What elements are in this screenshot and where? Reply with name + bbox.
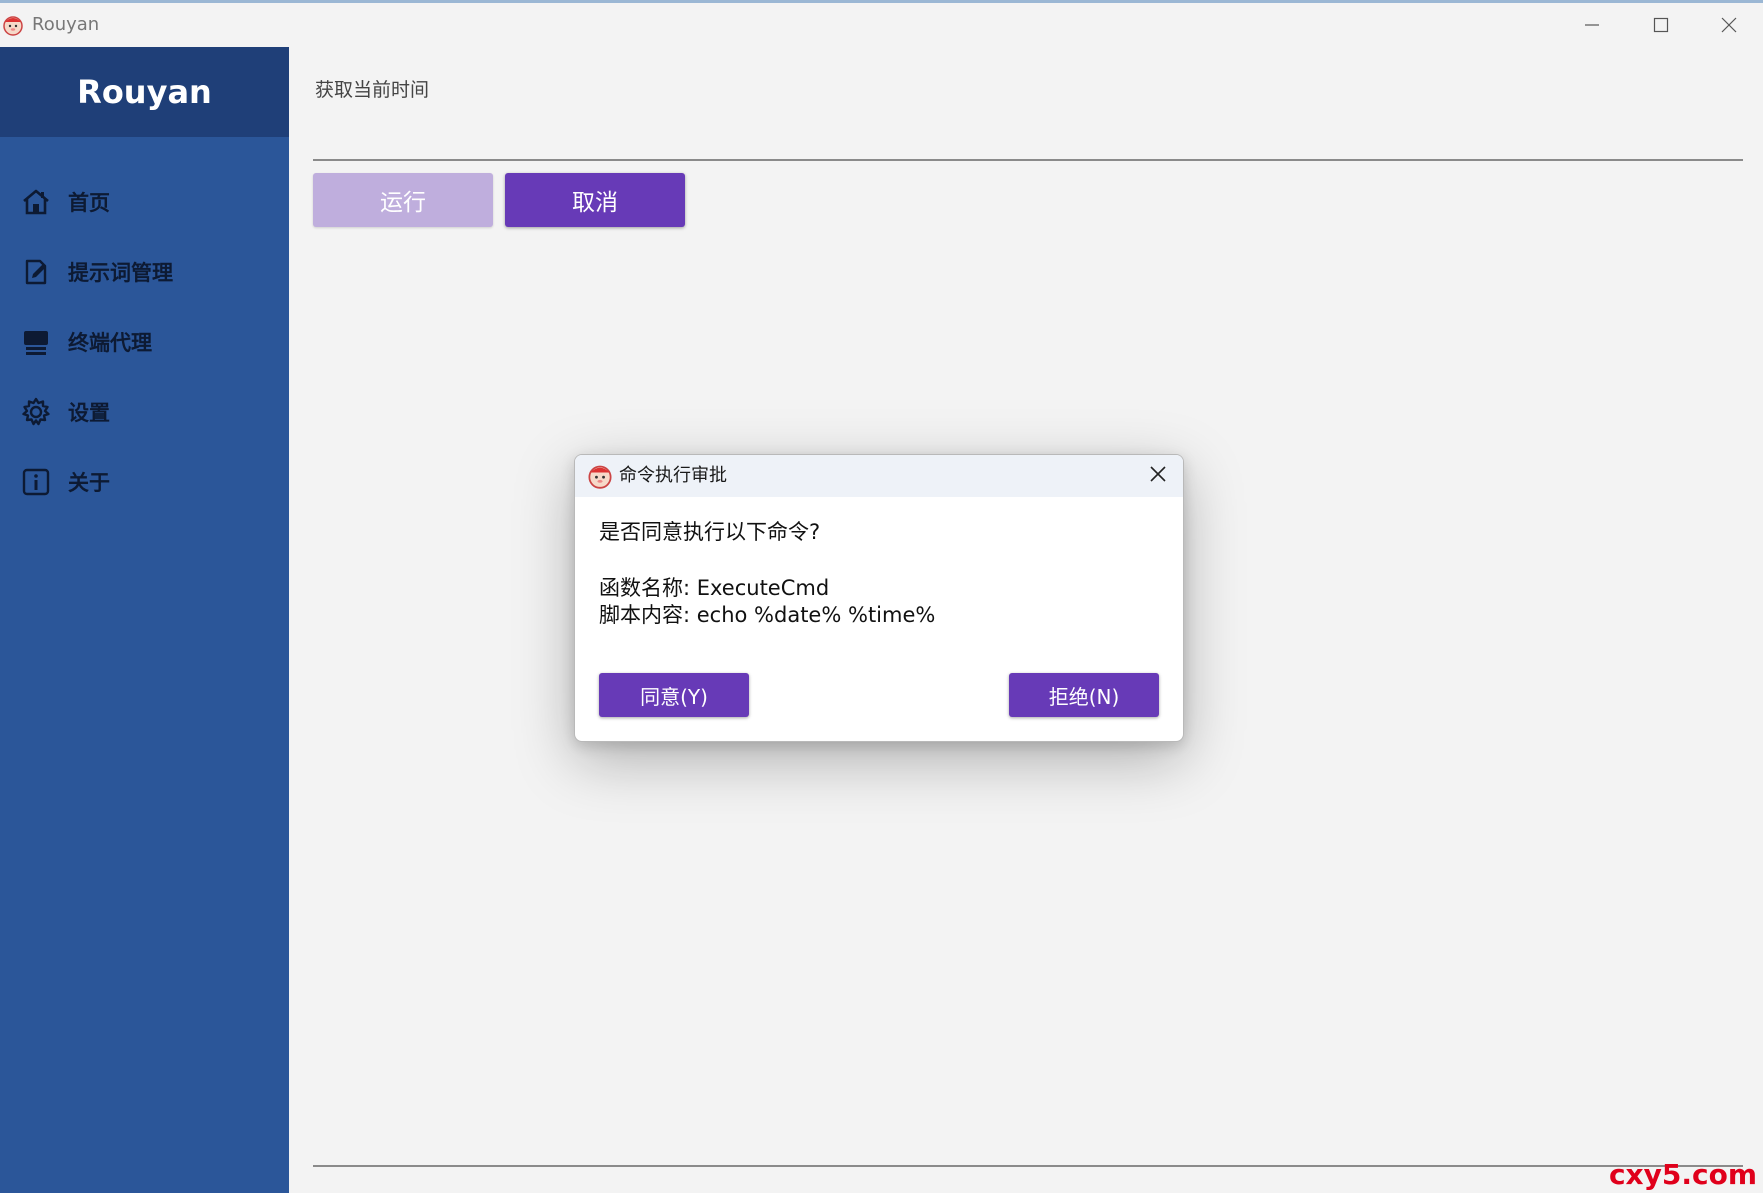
sidebar-item-label: 终端代理 bbox=[68, 331, 152, 355]
info-icon bbox=[20, 466, 52, 498]
agree-button[interactable]: 同意(Y) bbox=[599, 673, 749, 717]
run-button[interactable]: 运行 bbox=[313, 173, 493, 227]
agree-button-label: 同意(Y) bbox=[640, 684, 708, 709]
home-icon bbox=[20, 186, 52, 218]
sidebar-item-prompts[interactable]: 提示词管理 bbox=[0, 244, 289, 300]
command-input[interactable]: 获取当前时间 bbox=[315, 75, 429, 102]
cancel-button-label: 取消 bbox=[572, 190, 618, 216]
dialog-close-button[interactable] bbox=[1141, 459, 1175, 493]
dialog-title: 命令执行审批 bbox=[619, 465, 727, 486]
dialog-message: 是否同意执行以下命令? 函数名称: ExecuteCmd 脚本内容: echo … bbox=[599, 519, 935, 629]
minimize-icon bbox=[1584, 17, 1600, 33]
watermark: cxy5.com bbox=[1608, 1158, 1757, 1191]
sidebar-item-terminal-agent[interactable]: 终端代理 bbox=[0, 314, 289, 370]
window-titlebar[interactable]: Rouyan bbox=[0, 3, 1763, 47]
close-window-button[interactable] bbox=[1694, 3, 1763, 47]
gear-icon bbox=[20, 396, 52, 428]
reject-button[interactable]: 拒绝(N) bbox=[1009, 673, 1159, 717]
maximize-icon bbox=[1653, 17, 1669, 33]
dialog-script-line: 脚本内容: echo %date% %time% bbox=[599, 603, 936, 627]
dialog-function-line: 函数名称: ExecuteCmd bbox=[599, 576, 830, 600]
brand-title: Rouyan bbox=[77, 73, 212, 111]
edit-document-icon bbox=[20, 256, 52, 288]
reject-button-label: 拒绝(N) bbox=[1048, 684, 1120, 709]
close-icon bbox=[1149, 465, 1167, 487]
sidebar: Rouyan 首页 提示词管理 终端代理 设置 关于 bbox=[0, 47, 289, 1193]
run-button-label: 运行 bbox=[380, 190, 426, 216]
approval-dialog: 命令执行审批 是否同意执行以下命令? 函数名称: ExecuteCmd 脚本内容… bbox=[574, 454, 1184, 742]
dialog-titlebar[interactable]: 命令执行审批 bbox=[575, 455, 1183, 497]
cancel-button[interactable]: 取消 bbox=[505, 173, 685, 227]
sidebar-item-label: 提示词管理 bbox=[68, 261, 173, 285]
minimize-button[interactable] bbox=[1557, 3, 1627, 47]
sidebar-item-settings[interactable]: 设置 bbox=[0, 384, 289, 440]
output-divider bbox=[313, 1165, 1743, 1167]
dialog-question: 是否同意执行以下命令? bbox=[599, 520, 821, 544]
brand-header: Rouyan bbox=[0, 47, 289, 137]
sidebar-item-label: 首页 bbox=[68, 191, 110, 215]
maximize-button[interactable] bbox=[1626, 3, 1696, 47]
app-logo-icon bbox=[2, 14, 24, 36]
app-logo-icon bbox=[587, 463, 613, 489]
terminal-icon bbox=[20, 326, 52, 358]
window-title: Rouyan bbox=[32, 14, 100, 35]
command-input-underline bbox=[313, 159, 1743, 161]
sidebar-item-label: 设置 bbox=[68, 401, 110, 425]
sidebar-item-label: 关于 bbox=[68, 471, 110, 495]
sidebar-item-about[interactable]: 关于 bbox=[0, 454, 289, 510]
sidebar-item-home[interactable]: 首页 bbox=[0, 174, 289, 230]
close-icon bbox=[1721, 17, 1737, 33]
